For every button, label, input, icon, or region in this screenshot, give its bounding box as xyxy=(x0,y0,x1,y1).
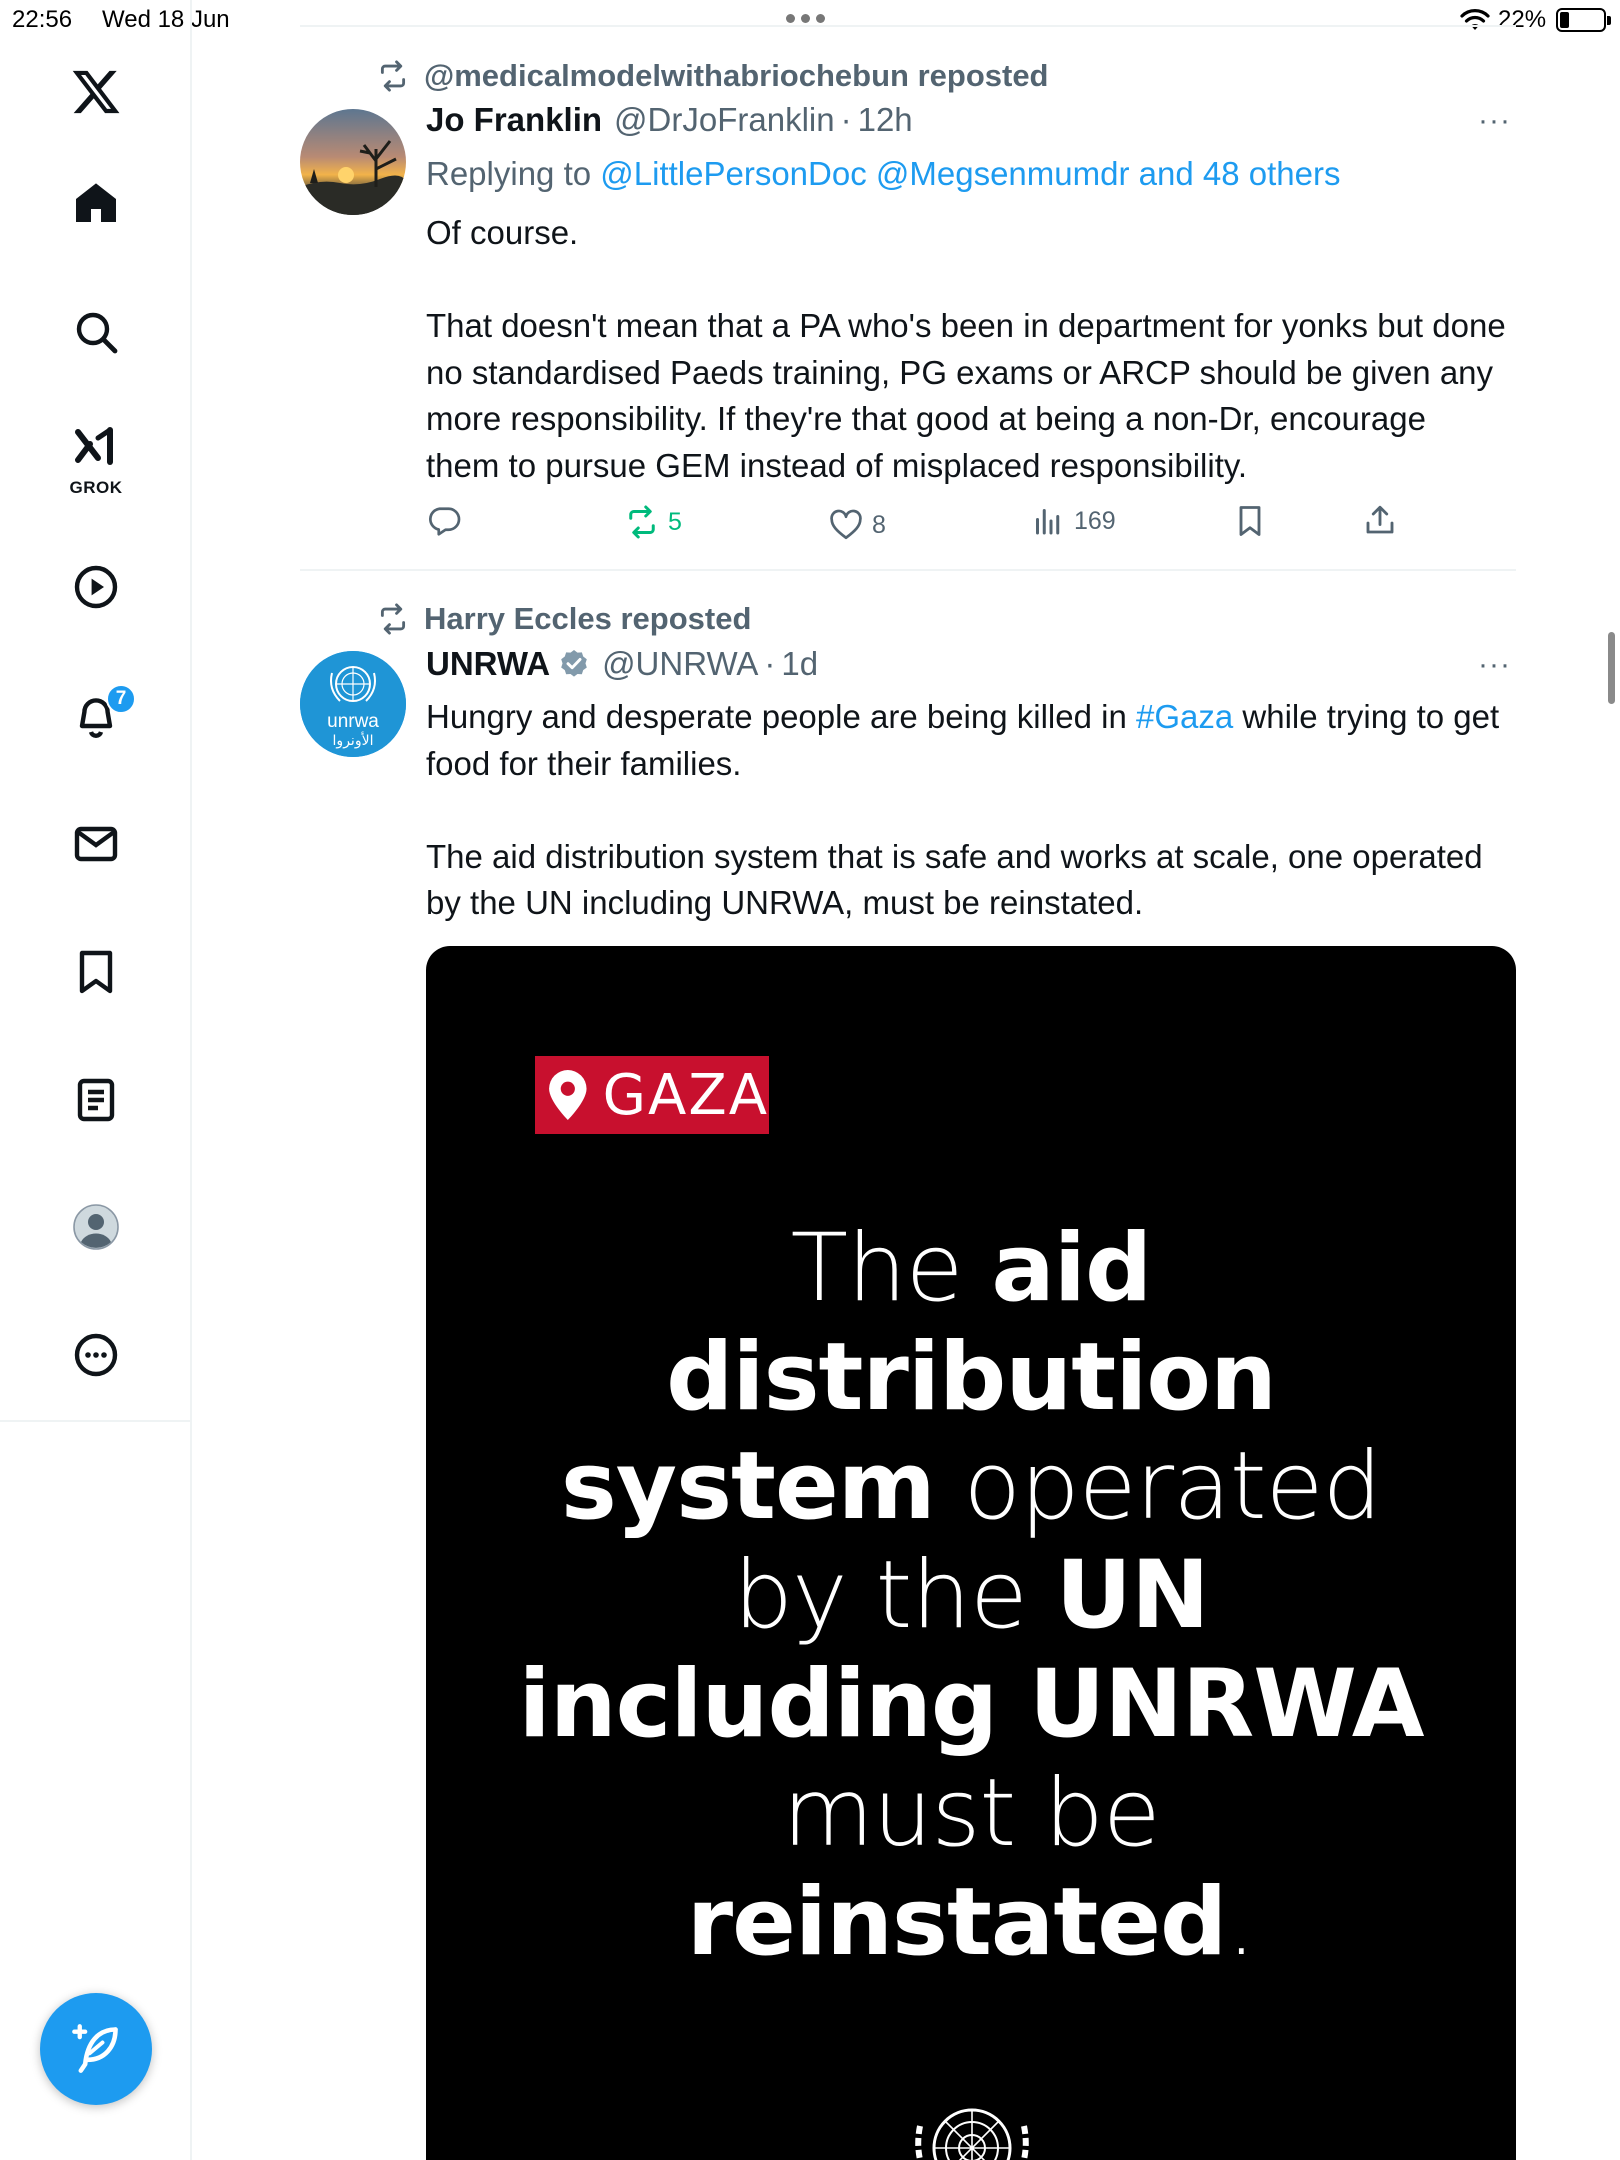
author-name[interactable]: Jo Franklin xyxy=(426,101,602,139)
bookmark-icon xyxy=(1239,506,1261,536)
author-handle[interactable]: @UNRWA xyxy=(602,645,758,683)
author-handle[interactable]: @DrJoFranklin xyxy=(614,101,835,139)
headline-segment: including UNRWA xyxy=(518,1650,1424,1759)
more-options-icon[interactable]: ··· xyxy=(1478,104,1511,138)
analytics-icon xyxy=(1036,509,1060,535)
repost-icon xyxy=(380,60,406,92)
un-emblem-icon xyxy=(915,2108,1029,2160)
tweet-paragraph: Of course. xyxy=(426,214,579,251)
play-icon[interactable] xyxy=(56,547,136,627)
x-logo-icon[interactable] xyxy=(56,52,136,132)
status-bar: 22:56 Wed 18 Jun 22% xyxy=(0,0,1620,40)
repost-indicator: Harry Eccles reposted xyxy=(376,601,751,637)
tweet-body: Hungry and desperate people are being ki… xyxy=(426,694,1506,927)
like-button[interactable]: 8 xyxy=(828,507,886,543)
list-icon[interactable] xyxy=(56,1060,136,1140)
headline-segment: must be xyxy=(782,1759,1160,1868)
more-options-icon[interactable]: ··· xyxy=(1478,648,1511,682)
repost-icon xyxy=(380,603,406,635)
repost-button[interactable]: 5 xyxy=(624,504,682,540)
headline-segment: operated xyxy=(934,1432,1383,1541)
multitasking-dots-icon[interactable] xyxy=(786,14,825,23)
reply-context: Replying to @LittlePersonDoc @Megsenmumd… xyxy=(426,151,1506,198)
wifi-icon xyxy=(1460,9,1490,30)
repost-label: Harry Eccles reposted xyxy=(424,601,752,636)
unrwa-logo-icon: unrwa الأونروا xyxy=(300,651,406,757)
headline-segment: . xyxy=(1226,1868,1256,1977)
tweet-actions: 5 8 169 xyxy=(426,500,1426,550)
separator-dot: · xyxy=(840,101,852,138)
tweet-paragraph: Hungry and desperate people are being ki… xyxy=(426,694,1506,787)
compose-icon xyxy=(72,2024,118,2073)
battery-percent: 22% xyxy=(1498,6,1547,33)
view-count: 169 xyxy=(1074,506,1116,535)
headline-segment: distribution xyxy=(666,1323,1277,1432)
sidebar: GROK 7 xyxy=(0,0,192,1422)
timeline-top-divider xyxy=(300,25,1516,27)
tweet-paragraph: The aid distribution system that is safe… xyxy=(426,837,1483,922)
like-count: 8 xyxy=(872,510,886,539)
unrwa-logo-arabic: الأونروا xyxy=(333,731,374,749)
tweet-media-image[interactable]: GAZA The aid distribution system operate… xyxy=(426,946,1516,2160)
repost-icon xyxy=(629,505,655,539)
scrollbar[interactable] xyxy=(1608,632,1615,704)
notification-badge: 7 xyxy=(106,684,136,714)
battery-icon xyxy=(1556,8,1611,32)
repost-indicator: @medicalmodelwithabriochebun reposted xyxy=(376,58,1049,94)
grok-label: GROK xyxy=(69,478,123,497)
repost-label: @medicalmodelwithabriochebun reposted xyxy=(424,58,1049,93)
grok-icon[interactable] xyxy=(56,408,136,488)
author-name[interactable]: UNRWA xyxy=(426,645,550,683)
separator-dot: · xyxy=(764,645,776,682)
tweet-divider xyxy=(300,569,1516,571)
unrwa-logo-text: unrwa xyxy=(327,711,379,732)
replying-to-prefix: Replying to xyxy=(426,155,601,192)
headline-segment: aid xyxy=(991,1214,1152,1323)
repost-count: 5 xyxy=(668,507,682,536)
avatar-unrwa[interactable]: unrwa الأونروا xyxy=(300,651,406,757)
replying-to-users[interactable]: @LittlePersonDoc @Megsenmumdr and 48 oth… xyxy=(600,155,1340,192)
avatar-icon[interactable] xyxy=(56,1187,136,1267)
headline-segment: reinstated xyxy=(686,1868,1228,1977)
home-icon[interactable] xyxy=(56,163,136,243)
avatar-jo-franklin[interactable] xyxy=(300,109,406,215)
verified-badge-icon xyxy=(561,650,587,677)
mail-icon[interactable] xyxy=(56,804,136,884)
headline-segment: system xyxy=(560,1432,936,1541)
headline-segment: The xyxy=(790,1214,992,1323)
headline-segment: by the xyxy=(733,1541,1056,1650)
tweet-paragraph: That doesn't mean that a PA who's been i… xyxy=(426,307,1506,484)
reply-button[interactable] xyxy=(426,502,462,538)
map-pin-icon xyxy=(549,1070,587,1120)
media-headline: The aid distribution system operated by … xyxy=(426,1214,1516,1977)
gaza-tag-label: GAZA xyxy=(602,1062,769,1128)
tweet-body: Of course. That doesn't mean that a PA w… xyxy=(426,210,1506,489)
tweet-time[interactable]: 12h xyxy=(858,101,913,139)
search-icon[interactable] xyxy=(56,292,136,372)
share-button[interactable] xyxy=(1362,502,1398,538)
tweet-header: UNRWA @UNRWA · 1d xyxy=(426,645,818,683)
tweet-header: Jo Franklin @DrJoFranklin · 12h xyxy=(426,101,913,139)
views-button[interactable]: 169 xyxy=(1030,503,1116,539)
compose-button[interactable] xyxy=(40,1993,152,2105)
gaza-location-tag: GAZA xyxy=(535,1056,769,1134)
hashtag-link[interactable]: #Gaza xyxy=(1136,698,1233,735)
sidebar-border xyxy=(190,1422,192,2160)
tweet-text-segment: Hungry and desperate people are being ki… xyxy=(426,698,1136,735)
bookmark-icon[interactable] xyxy=(56,932,136,1012)
headline-segment: UN xyxy=(1055,1541,1210,1650)
share-icon xyxy=(1366,505,1394,534)
heart-icon xyxy=(830,509,862,540)
tweet-time[interactable]: 1d xyxy=(781,645,818,683)
bookmark-button[interactable] xyxy=(1232,503,1268,539)
reply-icon xyxy=(429,507,461,536)
more-circle-icon[interactable] xyxy=(56,1315,136,1395)
